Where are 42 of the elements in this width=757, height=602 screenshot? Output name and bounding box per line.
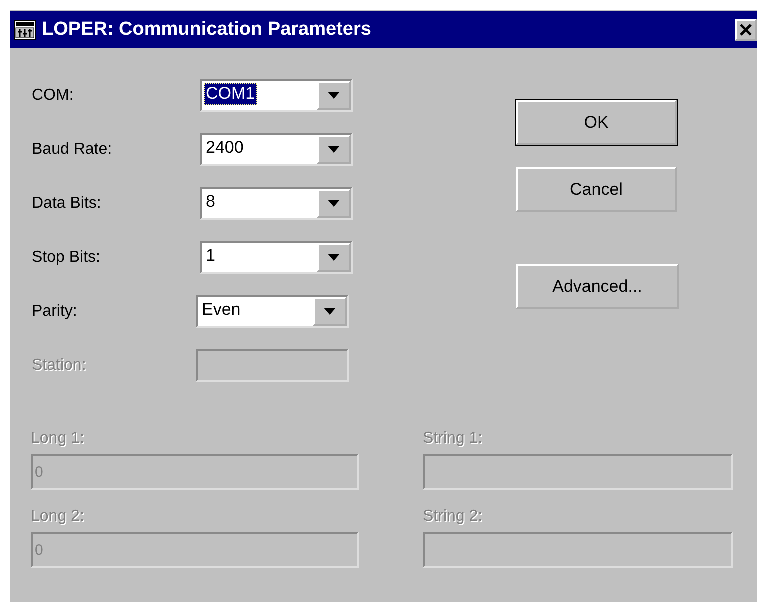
dropdown[interactable]: 1 [200, 241, 353, 274]
dropdown[interactable]: COM1 [200, 79, 353, 112]
field-label: Stop Bits: [32, 248, 102, 266]
caret-icon [328, 92, 340, 99]
input-field[interactable] [423, 454, 733, 490]
field-label: Data Bits: [32, 194, 102, 212]
field-label: Parity: [32, 302, 78, 320]
caret-icon [328, 254, 340, 261]
caret-icon [328, 146, 340, 153]
dialog-button[interactable]: Cancel [516, 167, 677, 212]
dropdown-value: 1 [205, 245, 216, 267]
field-value: 0 [34, 540, 44, 560]
dropdown[interactable]: 8 [200, 187, 353, 220]
app-icon [14, 20, 36, 40]
field-value: 0 [34, 462, 44, 482]
field-label: String 2: [423, 508, 484, 526]
field-label: COM: [32, 86, 75, 104]
dropdown-button[interactable] [317, 243, 351, 272]
caret-icon [328, 200, 340, 207]
field-label: Station: [32, 356, 88, 374]
dropdown-button[interactable] [313, 297, 347, 326]
dropdown-button[interactable] [317, 81, 351, 110]
dropdown-value: 8 [205, 191, 216, 213]
input-field[interactable] [196, 349, 349, 382]
input-field[interactable] [423, 532, 733, 568]
field-label: Baud Rate: [32, 140, 114, 158]
field-label: String 1: [423, 430, 484, 448]
close-button[interactable] [735, 18, 757, 40]
dropdown-button[interactable] [317, 135, 351, 164]
field-label: Long 2: [31, 508, 86, 526]
dropdown[interactable]: 2400 [200, 133, 353, 166]
dialog-button[interactable]: Advanced... [516, 264, 679, 309]
dropdown-button[interactable] [317, 189, 351, 218]
dropdown-value: Even [201, 299, 242, 321]
field-label: Long 1: [31, 430, 86, 448]
close-icon [740, 24, 752, 36]
window-title: LOPER: Communication Parameters [42, 18, 372, 40]
dropdown-value: 2400 [205, 137, 245, 159]
dialog-button[interactable]: OK [516, 100, 677, 145]
caret-icon [324, 308, 336, 315]
dropdown-value: COM1 [204, 83, 258, 105]
dropdown[interactable]: Even [196, 295, 349, 328]
